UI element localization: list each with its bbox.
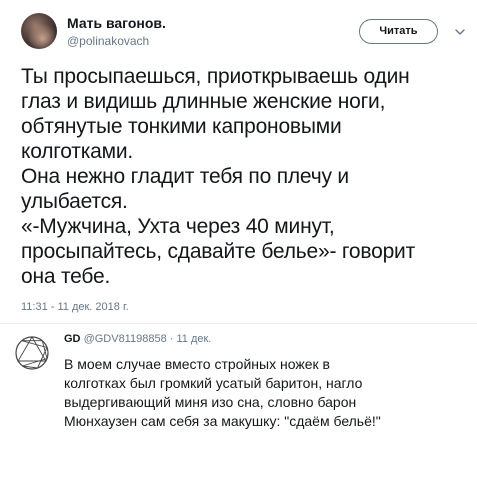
reply-date[interactable]: · 11 дек. <box>170 333 212 345</box>
reply-text-line: колготках был громкий усатый баритон, на… <box>64 375 363 391</box>
reply-author-handle[interactable]: @GDV81198858 <box>84 333 167 345</box>
tweet-text-line: Ты просыпаешься, приоткрываешь один <box>21 65 410 88</box>
reply-text-line: выдергивающий миня изо сна, словно барон <box>64 394 357 410</box>
tweet-text-line: «-Мужчина, Ухта через 40 минут, <box>21 215 335 238</box>
reply-header: GD @GDV81198858 · 11 дек. <box>64 333 211 345</box>
enneagram-icon[interactable] <box>12 333 52 373</box>
tweet-text-line: обтянутые тонкими капроновыми <box>21 115 342 138</box>
tweet-text-line: просыпайтесь, сдавайте белье»- говорит <box>21 240 415 263</box>
tweet-text-line: глаз и видишь длинные женские ноги, <box>21 90 386 113</box>
reply-text-line: В моем случае вместо стройных ножек в <box>64 356 330 372</box>
tweet-card: Мать вагонов. @polinakovach Читать Ты пр… <box>0 0 477 480</box>
author-name[interactable]: Мать вагонов. <box>67 15 166 31</box>
tweet-text: Ты просыпаешься, приоткрываешь один глаз… <box>21 64 471 289</box>
tweet-text-line: она тебе. <box>21 265 111 288</box>
reply-text: В моем случае вместо стройных ножек в ко… <box>64 355 464 431</box>
divider <box>0 323 477 324</box>
author-handle[interactable]: @polinakovach <box>67 34 149 48</box>
tweet-text-line: Она нежно гладит тебя по плечу и <box>21 165 349 188</box>
tweet-text-line: улыбается. <box>21 190 128 213</box>
follow-button[interactable]: Читать <box>359 19 438 44</box>
reply-author-name[interactable]: GD <box>64 333 81 345</box>
tweet-text-line: колготками. <box>21 140 134 163</box>
author-avatar[interactable] <box>21 13 57 49</box>
reply-text-line: Мюнхаузен сам себя за макушку: "сдаём бе… <box>64 413 381 429</box>
tweet-timestamp[interactable]: 11:31 - 11 дек. 2018 г. <box>21 301 129 313</box>
chevron-down-icon[interactable] <box>454 26 466 38</box>
